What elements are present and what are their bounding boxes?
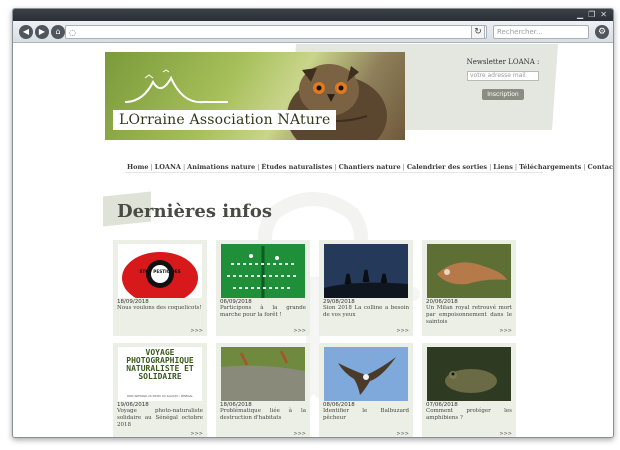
browser-toolbar: ◀ ▶ ⌂ ◌ ↻ Rechercher... ⚙: [13, 21, 613, 43]
news-card[interactable]: 29/08/2018 Sion 2018 La colline a besoin…: [319, 240, 413, 336]
stamp-text: STOP PESTICIDES: [139, 269, 180, 274]
site-title[interactable]: LOrraine Association NAture: [113, 110, 337, 130]
habitat-icon: [221, 347, 305, 401]
main-nav: Home | LOANA | Animations nature | Études n…: [125, 161, 613, 173]
nav-item-chantiers[interactable]: Chantiers nature: [337, 163, 403, 171]
address-bar[interactable]: ◌: [65, 25, 487, 39]
news-card[interactable]: 08/06/2018 Identifier le Balbuzard pêche…: [319, 343, 413, 437]
card-image[interactable]: [427, 347, 511, 401]
read-more-link[interactable]: >>>: [293, 431, 306, 437]
read-more-link[interactable]: >>>: [190, 328, 203, 334]
read-more-link[interactable]: >>>: [293, 328, 306, 334]
news-card[interactable]: 20/06/2018 Un Milan royal retrouvé mort …: [422, 240, 516, 336]
minimize-icon[interactable]: ▁: [577, 9, 583, 21]
card-title[interactable]: Sion 2018 La colline a besoin de vos yeu…: [323, 305, 409, 319]
osprey-icon: [324, 347, 408, 401]
close-icon[interactable]: ✕: [600, 9, 607, 21]
card-image[interactable]: [324, 347, 408, 401]
nav-item-liens[interactable]: Liens: [491, 163, 515, 171]
poster-title: VOYAGE PHOTOGRAPHIQUE NATURALISTE ET SOL…: [126, 349, 194, 381]
news-card[interactable]: VOYAGE PHOTOGRAPHIQUE NATURALISTE ET SOL…: [113, 343, 207, 437]
reload-icon[interactable]: ↻: [471, 25, 485, 39]
page-title: Dernières infos: [117, 201, 273, 222]
nav-item-loana[interactable]: LOANA: [153, 163, 183, 171]
page-icon: ◌: [69, 28, 76, 37]
nav-item-etudes[interactable]: Études naturalistes: [259, 163, 334, 171]
forest-march-icon: [221, 244, 305, 298]
nav-item-calendrier[interactable]: Calendrier des sorties: [405, 163, 489, 171]
newsletter-submit-button[interactable]: Inscription: [482, 89, 524, 100]
nav-item-telechargements[interactable]: Téléchargements: [517, 163, 583, 171]
forward-icon[interactable]: ▶: [35, 25, 49, 39]
page-viewport: LOrraine Association NAture Newsletter L…: [13, 44, 613, 437]
nav-item-contact[interactable]: Contact: [586, 163, 614, 171]
news-card[interactable]: 07/06/2018 Comment protéger les amphibie…: [422, 343, 516, 437]
card-title[interactable]: Comment protéger les amphibiens ?: [426, 408, 512, 422]
card-image[interactable]: [427, 244, 511, 298]
header-banner[interactable]: LOrraine Association NAture: [105, 52, 405, 140]
poppy-icon: STOP PESTICIDES: [122, 252, 198, 298]
back-icon[interactable]: ◀: [19, 25, 33, 39]
card-title[interactable]: Problématique liée à la destruction d'ha…: [220, 408, 306, 422]
nav-item-home[interactable]: Home: [125, 163, 151, 171]
logo-hills-icon: [124, 69, 228, 104]
card-image[interactable]: VOYAGE PHOTOGRAPHIQUE NATURALISTE ET SOL…: [118, 347, 202, 401]
kite-bird-icon: [427, 244, 511, 298]
card-image[interactable]: STOP PESTICIDES: [118, 244, 202, 298]
news-card[interactable]: 06/09/2018 Participons à la grande march…: [216, 240, 310, 336]
nav-item-animations[interactable]: Animations nature: [185, 163, 257, 171]
card-image[interactable]: [221, 347, 305, 401]
toad-icon: [427, 347, 511, 401]
search-input[interactable]: Rechercher...: [493, 25, 589, 39]
card-title[interactable]: Participons à la grande marche pour la f…: [220, 305, 306, 319]
browser-titlebar: ▁ ❐ ✕: [13, 9, 613, 21]
news-card[interactable]: STOP PESTICIDES 18/09/2018 Nous voulons …: [113, 240, 207, 336]
restore-icon[interactable]: ❐: [588, 9, 595, 21]
card-image[interactable]: [221, 244, 305, 298]
read-more-link[interactable]: >>>: [499, 328, 512, 334]
card-title[interactable]: Un Milan royal retrouvé mort par empoiso…: [426, 305, 512, 326]
background-figure-icon: [216, 192, 420, 437]
browser-window: ▁ ❐ ✕ ◀ ▶ ⌂ ◌ ↻ Rechercher... ⚙ LOrraine…: [12, 8, 614, 438]
news-card[interactable]: 18/06/2018 Problématique liée à la destr…: [216, 343, 310, 437]
card-title[interactable]: Identifier le Balbuzard pêcheur: [323, 408, 409, 422]
newsletter-email-field[interactable]: votre adresse mail: [467, 71, 539, 81]
read-more-link[interactable]: >>>: [499, 431, 512, 437]
window-controls: ▁ ❐ ✕: [577, 9, 607, 21]
newsletter-title: Newsletter LOANA :: [466, 58, 540, 66]
newsletter-form: Newsletter LOANA : votre adresse mail In…: [453, 58, 553, 100]
card-title[interactable]: Nous voulons des coquelicots!: [117, 305, 203, 312]
voyage-poster-icon: VOYAGE PHOTOGRAPHIQUE NATURALISTE ET SOL…: [118, 347, 202, 401]
card-image[interactable]: [324, 244, 408, 298]
read-more-link[interactable]: >>>: [190, 431, 203, 437]
card-title[interactable]: Voyage photo-naturaliste solidaire au Sé…: [117, 408, 203, 429]
home-icon[interactable]: ⌂: [51, 25, 65, 39]
gear-icon[interactable]: ⚙: [595, 25, 609, 39]
night-hill-icon: [324, 244, 408, 298]
read-more-link[interactable]: >>>: [396, 328, 409, 334]
read-more-link[interactable]: >>>: [396, 431, 409, 437]
